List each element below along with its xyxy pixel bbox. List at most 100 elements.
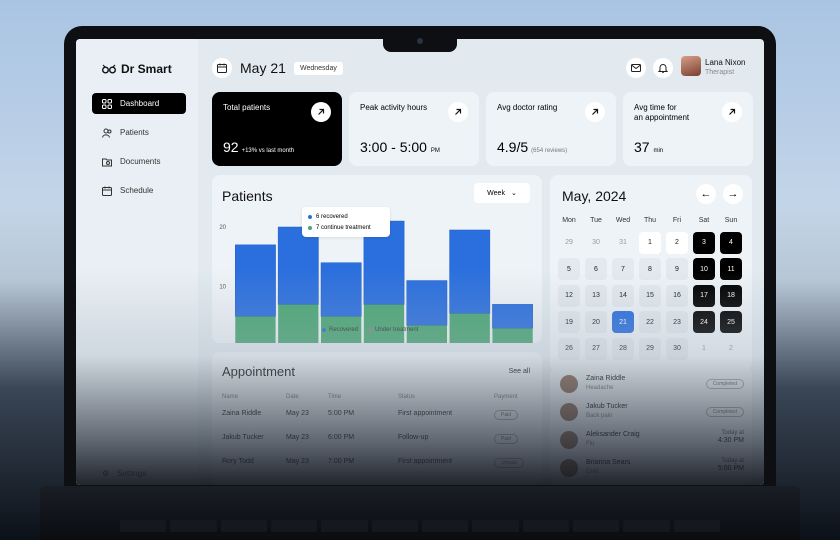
sidebar-item-dashboard[interactable]: Dashboard — [92, 93, 186, 114]
panel-title: Appointment — [222, 364, 295, 379]
patients-panel: Patients Week ⌄ 01020MonTueWedThuFriSatS… — [212, 175, 542, 343]
calendar-day[interactable]: 8 — [639, 258, 661, 280]
cell-time: 7:00 PM — [328, 458, 355, 465]
sidebar-item-label: Schedule — [120, 186, 154, 195]
calendar-day[interactable]: 9 — [666, 258, 688, 280]
weekday-header: Wed — [615, 217, 631, 224]
arrow-up-right-icon[interactable] — [448, 102, 468, 122]
calendar-day[interactable]: 30 — [585, 232, 607, 254]
keyboard — [120, 520, 720, 532]
mail-button[interactable] — [626, 58, 646, 78]
stat-card-avg-time[interactable]: Avg time for an appointment 37 min — [623, 92, 753, 166]
current-date: May 21 — [240, 60, 286, 76]
calendar-day[interactable]: 20 — [585, 311, 607, 333]
calendar-day[interactable]: 5 — [558, 258, 580, 280]
calendar-day[interactable]: 4 — [720, 231, 742, 254]
col-header: Date — [286, 394, 299, 400]
calendar-day[interactable]: 11 — [720, 258, 742, 280]
next-month-button[interactable]: → — [723, 184, 743, 204]
calendar-day[interactable]: 17 — [693, 284, 715, 307]
cell-status: Follow-up — [398, 434, 429, 441]
calendar-day[interactable]: 28 — [612, 337, 634, 360]
list-item[interactable]: Aleksander Craig Flu Today at 4:30 PM — [560, 429, 744, 455]
cell-time: 5:00 PM — [328, 410, 355, 417]
stat-card-total-patients[interactable]: Total patients 92 +13% vs last month — [212, 92, 342, 166]
calendar-day[interactable]: 10 — [693, 258, 715, 280]
calendar-day[interactable]: 14 — [612, 284, 634, 307]
calendar-day[interactable]: 26 — [558, 337, 580, 360]
stat-card-peak-hours[interactable]: Peak activity hours 3:00 - 5:00 PM — [349, 92, 479, 166]
calendar-day[interactable]: 24 — [693, 311, 715, 333]
patient-name: Zaina Riddle — [586, 375, 626, 382]
calendar-day[interactable]: 23 — [666, 311, 688, 333]
cell-date: May 23 — [286, 458, 309, 465]
list-item[interactable]: Brianna Sears Cold Today at 5:00 PM — [560, 457, 744, 483]
prev-month-button[interactable]: ← — [696, 184, 716, 204]
payment-badge: Paid — [494, 434, 519, 444]
brand-logo[interactable]: Dr Smart — [102, 62, 172, 76]
arrow-up-right-icon[interactable] — [311, 102, 331, 122]
list-item[interactable]: Jakub Tucker Back pain Completed — [560, 401, 744, 427]
sidebar-item-settings[interactable]: ⚙ Settings — [102, 469, 146, 478]
calendar-day[interactable]: 16 — [666, 284, 688, 307]
bar-under-treatment — [363, 304, 405, 343]
calendar-day[interactable]: 2 — [666, 231, 688, 254]
arrow-left-icon: ← — [700, 188, 712, 200]
chart-legend: Recovered Under treatment — [322, 327, 418, 333]
calendar-day[interactable]: 30 — [666, 337, 688, 360]
stat-unit: min — [653, 148, 664, 154]
gear-icon: ⚙ — [102, 469, 110, 478]
user-avatar[interactable] — [681, 56, 701, 76]
sidebar-item-patients[interactable]: Patients — [92, 122, 186, 143]
col-header: Time — [328, 394, 342, 400]
notifications-button[interactable] — [653, 58, 673, 78]
user-name: Lana Nixon — [705, 58, 746, 67]
app-screen: Dr Smart Dashboard Patients Documents Sc… — [76, 39, 764, 485]
calendar-button[interactable] — [212, 58, 232, 78]
calendar-day[interactable]: 29 — [558, 232, 580, 254]
calendar-day[interactable]: 18 — [720, 284, 742, 307]
cell-name: Rory Todd — [222, 458, 254, 465]
calendar-day[interactable]: 7 — [612, 258, 634, 280]
arrow-up-right-icon[interactable] — [585, 102, 605, 122]
calendar-day[interactable]: 19 — [558, 311, 580, 333]
weekday-badge: Wednesday — [294, 62, 343, 75]
stat-value: 92 — [223, 139, 239, 155]
calendar-day[interactable]: 27 — [585, 337, 607, 360]
stat-card-doctor-rating[interactable]: Avg doctor rating 4.9/5 (654 reviews) — [486, 92, 616, 166]
bar-under-treatment — [278, 304, 319, 343]
arrow-up-right-icon[interactable] — [722, 102, 742, 122]
calendar-day[interactable]: 22 — [639, 311, 661, 333]
cell-name: Jakub Tucker — [222, 434, 264, 441]
patient-condition: Flu — [586, 441, 595, 447]
calendar-day[interactable]: 2 — [720, 338, 742, 360]
calendar-day[interactable]: 25 — [720, 311, 742, 333]
user-role: Therapist — [705, 69, 735, 76]
calendar-day[interactable]: 31 — [612, 232, 634, 254]
sidebar-item-documents[interactable]: Documents — [92, 151, 186, 172]
see-all-link[interactable]: See all — [509, 368, 530, 375]
bar-recovered — [492, 304, 533, 329]
col-header: Name — [222, 394, 239, 400]
appointment-day: Today at — [721, 430, 744, 436]
calendar-day[interactable]: 13 — [585, 284, 607, 307]
list-item[interactable]: Zaina Riddle Headache Completed — [560, 373, 744, 399]
avatar — [560, 431, 578, 449]
calendar-day[interactable]: 12 — [558, 284, 580, 307]
patient-condition: Headache — [586, 385, 614, 391]
calendar-day[interactable]: 1 — [693, 338, 715, 360]
stat-unit: PM — [430, 148, 440, 154]
legend-label: Under treatment — [375, 327, 419, 333]
calendar-day[interactable]: 29 — [639, 337, 661, 360]
calendar-day-selected[interactable]: 21 — [612, 311, 634, 333]
appointment-day: Today at — [721, 458, 744, 464]
calendar-day[interactable]: 3 — [693, 231, 715, 254]
calendar-day[interactable]: 6 — [585, 258, 607, 280]
bar-recovered — [277, 226, 319, 305]
calendar-day[interactable]: 15 — [639, 284, 661, 307]
bar-recovered — [449, 229, 491, 314]
brand-name: Dr Smart — [121, 62, 172, 76]
sidebar-item-schedule[interactable]: Schedule — [92, 180, 186, 201]
calendar-day[interactable]: 1 — [639, 231, 661, 254]
arrow-right-icon: → — [727, 188, 739, 200]
